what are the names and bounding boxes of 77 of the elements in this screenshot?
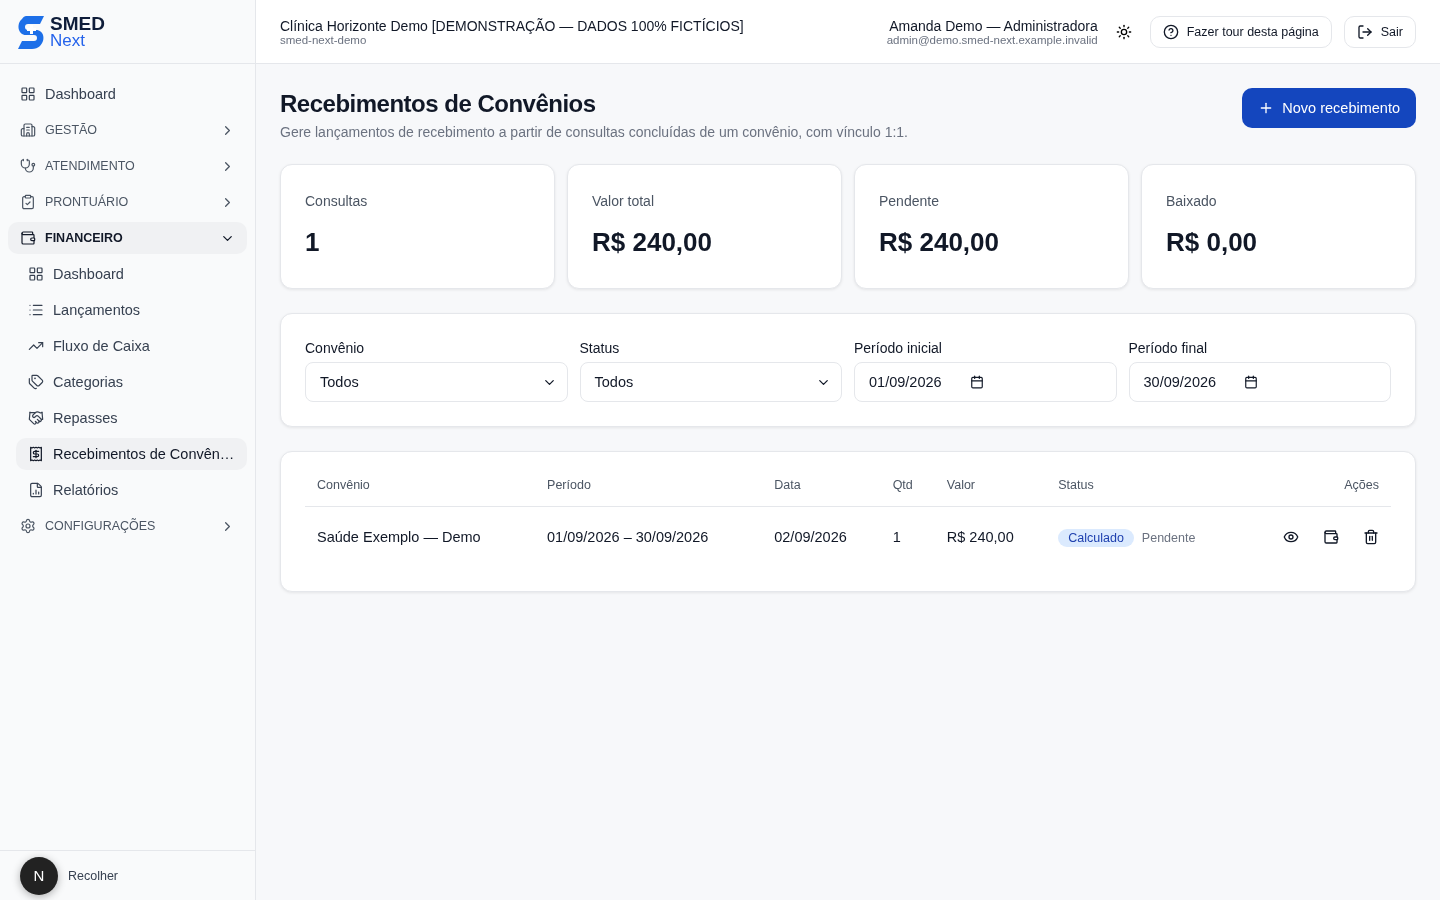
table-cell: 01/09/2026 – 30/09/2026 (535, 506, 763, 567)
column-header: Valor (934, 464, 1047, 507)
table-cell: 1 (880, 506, 935, 567)
view-icon[interactable] (1283, 529, 1299, 545)
column-header: Data (762, 464, 881, 507)
grid-icon (20, 86, 36, 102)
stat-label: Valor total (592, 193, 655, 209)
user-email: admin@demo.smed-next.example.invalid (886, 33, 1098, 46)
handshake-icon (28, 410, 44, 426)
select-field[interactable]: Todos (579, 362, 842, 402)
column-header: Status (1046, 464, 1244, 507)
help-icon (1162, 23, 1179, 40)
stethoscope-icon (20, 158, 36, 174)
date-field[interactable]: 01/09/2026 (854, 362, 1117, 402)
date-field[interactable]: 30/09/2026 (1128, 362, 1391, 402)
nav-item[interactable]: Fluxo de Caixa (16, 330, 247, 362)
new-receipt-button[interactable]: Novo recebimento (1242, 88, 1416, 128)
logout-icon (1356, 23, 1373, 40)
wallet-icon[interactable] (1323, 529, 1339, 545)
grid-icon (28, 266, 44, 282)
column-header: Convênio (305, 464, 536, 507)
filter-label: Período inicial (854, 340, 943, 356)
filter-label: Status (579, 340, 621, 356)
building-icon (20, 122, 36, 138)
user-avatar[interactable]: N (20, 856, 58, 895)
select-field[interactable]: Todos (305, 362, 568, 402)
nav-item[interactable]: Dashboard (8, 78, 247, 110)
page-subtitle: Gere lançamentos de recebimento a partir de consultas concluídas de um convênio, com vínculo 1:1. (280, 124, 908, 140)
nav-item[interactable]: Dashboard (16, 258, 247, 290)
list-icon (28, 302, 44, 318)
nav-section[interactable]: GESTÃO (8, 114, 247, 146)
filter-label: Convênio (305, 340, 366, 356)
nav-section[interactable]: ATENDIMENTO (8, 150, 247, 182)
nav-section[interactable]: FINANCEIRO (8, 222, 247, 254)
page-title: Recebimentos de Convênios (280, 90, 597, 118)
stat-label: Pendente (879, 193, 940, 209)
nav-item[interactable]: Recebimentos de Convên… (16, 438, 247, 470)
calendar-icon (969, 375, 984, 389)
delete-icon[interactable] (1363, 529, 1379, 545)
collapse-link[interactable]: Recolher (68, 868, 119, 883)
stat-value: R$ 240,00 (592, 227, 713, 258)
wallet-icon (20, 230, 36, 246)
stat-value: R$ 0,00 (1166, 227, 1259, 258)
brand-name: SMED (50, 14, 105, 32)
nav-item[interactable]: Lançamentos (16, 294, 247, 326)
calendar-icon (1244, 375, 1259, 389)
nav-section[interactable]: CONFIGURAÇÕES (8, 510, 247, 542)
tag-icon (28, 374, 44, 390)
user-name: Amanda Demo — Administradora (889, 17, 1098, 34)
clinic-name: Clínica Horizonte Demo [DEMONSTRAÇÃO — DADOS 100% FICTÍCIOS] (280, 17, 744, 34)
table-cell: 02/09/2026 (762, 506, 881, 567)
clinic-slug: smed-next-demo (280, 33, 367, 46)
clipboard-icon (20, 194, 36, 210)
payment-status: Pendente (1141, 531, 1196, 545)
sun-icon (1115, 23, 1132, 40)
column-header: Qtd (880, 464, 935, 507)
logo-icon (16, 13, 46, 50)
brand-subtitle: Next (50, 31, 86, 49)
nav-item[interactable]: Relatórios (16, 474, 247, 506)
stat-value: 1 (305, 227, 321, 258)
status-badge: Calculado (1058, 529, 1134, 547)
nav-item[interactable]: Categorias (16, 366, 247, 398)
column-header: Período (535, 464, 763, 507)
tour-button[interactable]: Fazer tour desta página (1149, 15, 1332, 48)
nav-section[interactable]: PRONTUÁRIO (8, 186, 247, 218)
table-cell: Saúde Exemplo — Demo (305, 506, 536, 567)
settings-icon (20, 518, 36, 534)
stat-value: R$ 240,00 (879, 227, 1000, 258)
column-header: Ações (1243, 464, 1391, 507)
logout-button[interactable]: Sair (1343, 15, 1416, 48)
nav-item[interactable]: Repasses (16, 402, 247, 434)
table-cell: R$ 240,00 (934, 506, 1047, 567)
receipt-icon (28, 446, 44, 462)
filter-label: Período final (1128, 340, 1209, 356)
stat-label: Consultas (305, 193, 369, 209)
report-icon (28, 482, 44, 498)
stat-label: Baixado (1166, 193, 1218, 209)
